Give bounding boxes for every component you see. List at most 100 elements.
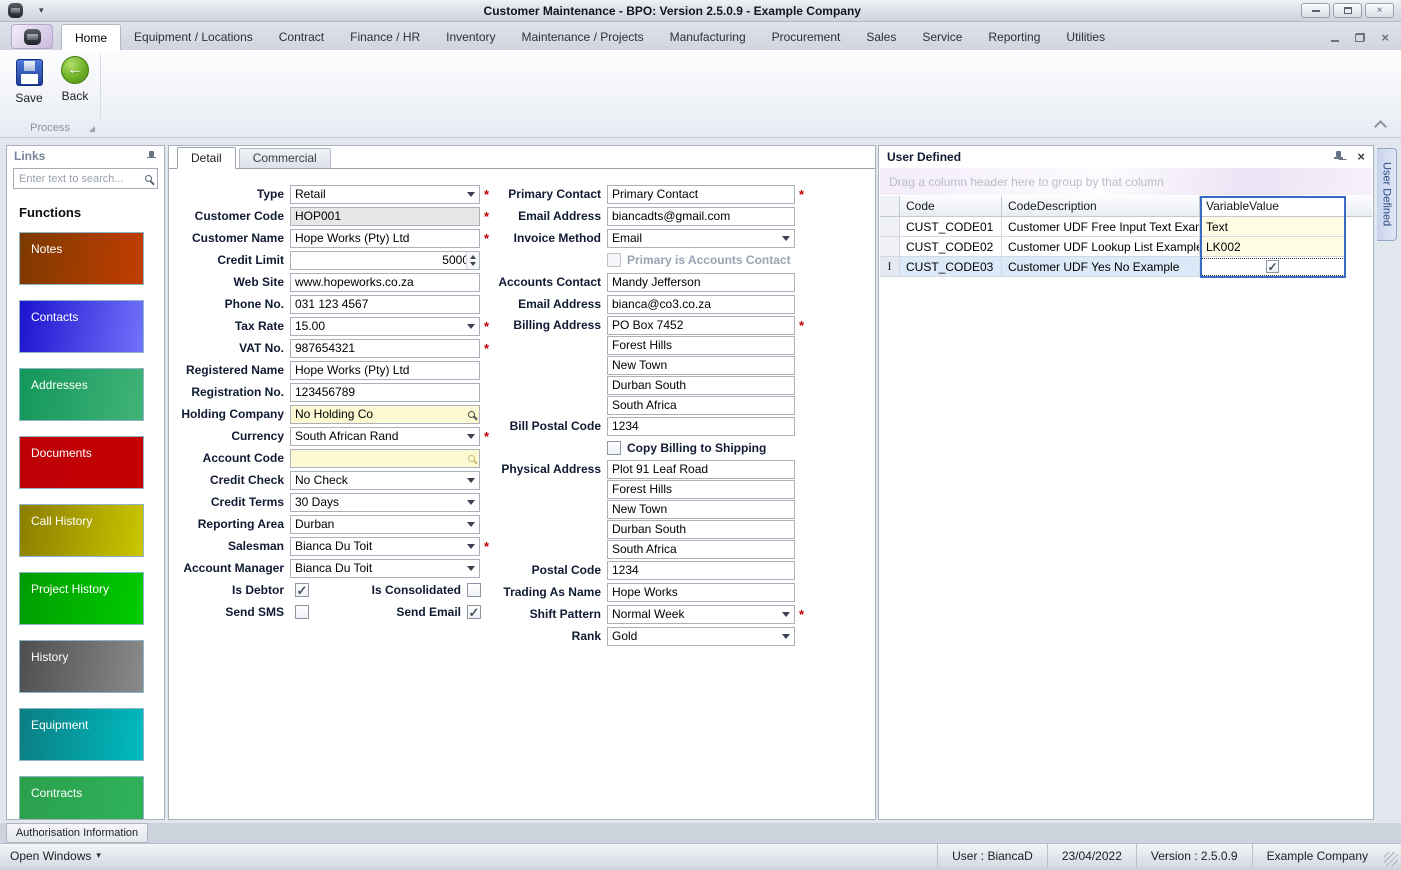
- back-button[interactable]: ← Back: [52, 56, 98, 120]
- chevron-down-icon[interactable]: [467, 478, 475, 483]
- shift-pattern-select[interactable]: Normal Week: [607, 605, 795, 624]
- addresses-button[interactable]: Addresses: [19, 368, 144, 421]
- links-search-box[interactable]: [13, 168, 158, 189]
- column-header-code[interactable]: Code: [900, 196, 1002, 217]
- billing-address-line4[interactable]: Durban South: [607, 376, 795, 395]
- copy-billing-checkbox[interactable]: [607, 441, 621, 455]
- tab-commercial[interactable]: Commercial: [239, 148, 331, 168]
- tax-rate-select[interactable]: 15.00: [290, 317, 480, 336]
- send-email-checkbox[interactable]: ✓: [467, 605, 481, 619]
- ribbon-tab-finance-hr[interactable]: Finance / HR: [337, 24, 433, 50]
- ribbon-tab-reporting[interactable]: Reporting: [975, 24, 1053, 50]
- billing-address-line2[interactable]: Forest Hills: [607, 336, 795, 355]
- chevron-down-icon[interactable]: [467, 522, 475, 527]
- chevron-down-icon[interactable]: [467, 566, 475, 571]
- is-consolidated-checkbox[interactable]: [467, 583, 481, 597]
- lookup-icon[interactable]: [468, 455, 475, 462]
- send-sms-checkbox[interactable]: [295, 605, 309, 619]
- phone-no-field[interactable]: 031 123 4567: [290, 295, 480, 314]
- mdi-minimize-icon[interactable]: [1331, 40, 1339, 42]
- credit-limit-stepper[interactable]: 5000: [290, 251, 480, 270]
- mdi-close-icon[interactable]: ×: [1381, 31, 1389, 44]
- type-select[interactable]: Retail: [290, 185, 480, 204]
- credit-terms-select[interactable]: 30 Days: [290, 493, 480, 512]
- salesman-select[interactable]: Bianca Du Toit: [290, 537, 480, 556]
- history-button[interactable]: History: [19, 640, 144, 693]
- chevron-down-icon[interactable]: [782, 634, 790, 639]
- call-history-button[interactable]: Call History: [19, 504, 144, 557]
- search-icon[interactable]: [145, 175, 152, 182]
- window-maximize-button[interactable]: [1333, 3, 1362, 18]
- reporting-area-select[interactable]: Durban: [290, 515, 480, 534]
- physical-address-line4[interactable]: Durban South: [607, 520, 795, 539]
- cell-code[interactable]: CUST_CODE01: [900, 217, 1002, 237]
- credit-check-select[interactable]: No Check: [290, 471, 480, 490]
- open-windows-button[interactable]: Open Windows ▾: [10, 849, 101, 863]
- billing-address-line5[interactable]: South Africa: [607, 396, 795, 415]
- ribbon-tab-inventory[interactable]: Inventory: [433, 24, 508, 50]
- accounts-contact-field[interactable]: Mandy Jefferson: [607, 273, 795, 292]
- user-defined-side-tab[interactable]: User Defined: [1377, 148, 1397, 241]
- rank-select[interactable]: Gold: [607, 627, 795, 646]
- authorisation-information-tab[interactable]: Authorisation Information: [6, 823, 148, 843]
- registered-name-field[interactable]: Hope Works (Pty) Ltd: [290, 361, 480, 380]
- resize-grip[interactable]: [1384, 852, 1398, 866]
- physical-address-line3[interactable]: New Town: [607, 500, 795, 519]
- account-manager-select[interactable]: Bianca Du Toit: [290, 559, 480, 578]
- account-code-lookup[interactable]: [290, 449, 480, 468]
- ribbon-tab-contract[interactable]: Contract: [266, 24, 337, 50]
- ribbon-tab-manufacturing[interactable]: Manufacturing: [657, 24, 759, 50]
- spin-down-icon[interactable]: [470, 262, 476, 266]
- cell-description[interactable]: Customer UDF Yes No Example: [1002, 257, 1200, 277]
- contacts-button[interactable]: Contacts: [19, 300, 144, 353]
- lookup-icon[interactable]: [468, 411, 475, 418]
- tab-detail[interactable]: Detail: [177, 147, 236, 169]
- billing-address-line3[interactable]: New Town: [607, 356, 795, 375]
- table-row[interactable]: CUST_CODE01 Customer UDF Free Input Text…: [880, 217, 1372, 237]
- window-close-button[interactable]: ×: [1365, 3, 1394, 18]
- pin-icon[interactable]: [1334, 151, 1344, 162]
- bill-postal-code-field[interactable]: 1234: [607, 417, 795, 436]
- project-history-button[interactable]: Project History: [19, 572, 144, 625]
- web-site-field[interactable]: www.hopeworks.co.za: [290, 273, 480, 292]
- vat-no-field[interactable]: 987654321: [290, 339, 480, 358]
- close-icon[interactable]: ×: [1357, 150, 1365, 163]
- holding-company-lookup[interactable]: No Holding Co: [290, 405, 480, 424]
- primary-email-field[interactable]: biancadts@gmail.com: [607, 207, 795, 226]
- mdi-restore-icon[interactable]: [1355, 33, 1365, 42]
- equipment-button[interactable]: Equipment: [19, 708, 144, 761]
- cell-description[interactable]: Customer UDF Free Input Text Example: [1002, 217, 1200, 237]
- billing-address-line1[interactable]: PO Box 7452: [607, 316, 795, 335]
- notes-button[interactable]: Notes: [19, 232, 144, 285]
- udf-yes-no-checkbox[interactable]: ✓: [1266, 260, 1279, 273]
- ribbon-tab-utilities[interactable]: Utilities: [1053, 24, 1118, 50]
- collapse-ribbon-icon[interactable]: [1374, 120, 1387, 133]
- column-header-codedescription[interactable]: CodeDescription: [1002, 196, 1200, 217]
- accounts-email-field[interactable]: bianca@co3.co.za: [607, 295, 795, 314]
- cell-variable-value[interactable]: Text: [1200, 217, 1346, 237]
- contracts-button[interactable]: Contracts: [19, 776, 144, 820]
- customer-name-field[interactable]: Hope Works (Pty) Ltd: [290, 229, 480, 248]
- ribbon-tab-service[interactable]: Service: [909, 24, 975, 50]
- documents-button[interactable]: Documents: [19, 436, 144, 489]
- chevron-down-icon[interactable]: [467, 434, 475, 439]
- chevron-down-icon[interactable]: [782, 612, 790, 617]
- currency-select[interactable]: South African Rand: [290, 427, 480, 446]
- table-row-selected[interactable]: I CUST_CODE03 Customer UDF Yes No Exampl…: [880, 257, 1372, 277]
- physical-address-line2[interactable]: Forest Hills: [607, 480, 795, 499]
- spinner-buttons[interactable]: [466, 252, 479, 269]
- application-menu-button[interactable]: [11, 24, 53, 49]
- window-minimize-button[interactable]: [1301, 3, 1330, 18]
- group-launcher-icon[interactable]: [89, 126, 95, 132]
- chevron-down-icon[interactable]: [782, 236, 790, 241]
- cell-code[interactable]: CUST_CODE03: [900, 257, 1002, 277]
- column-header-variablevalue[interactable]: VariableValue: [1200, 196, 1346, 217]
- ribbon-tab-equipment-locations[interactable]: Equipment / Locations: [121, 24, 266, 50]
- ribbon-tab-procurement[interactable]: Procurement: [759, 24, 854, 50]
- chevron-down-icon[interactable]: [467, 500, 475, 505]
- group-by-hint[interactable]: Drag a column header here to group by th…: [880, 168, 1372, 195]
- save-button[interactable]: Save: [6, 56, 52, 120]
- chevron-down-icon[interactable]: [467, 324, 475, 329]
- physical-address-line1[interactable]: Plot 91 Leaf Road: [607, 460, 795, 479]
- trading-as-field[interactable]: Hope Works: [607, 583, 795, 602]
